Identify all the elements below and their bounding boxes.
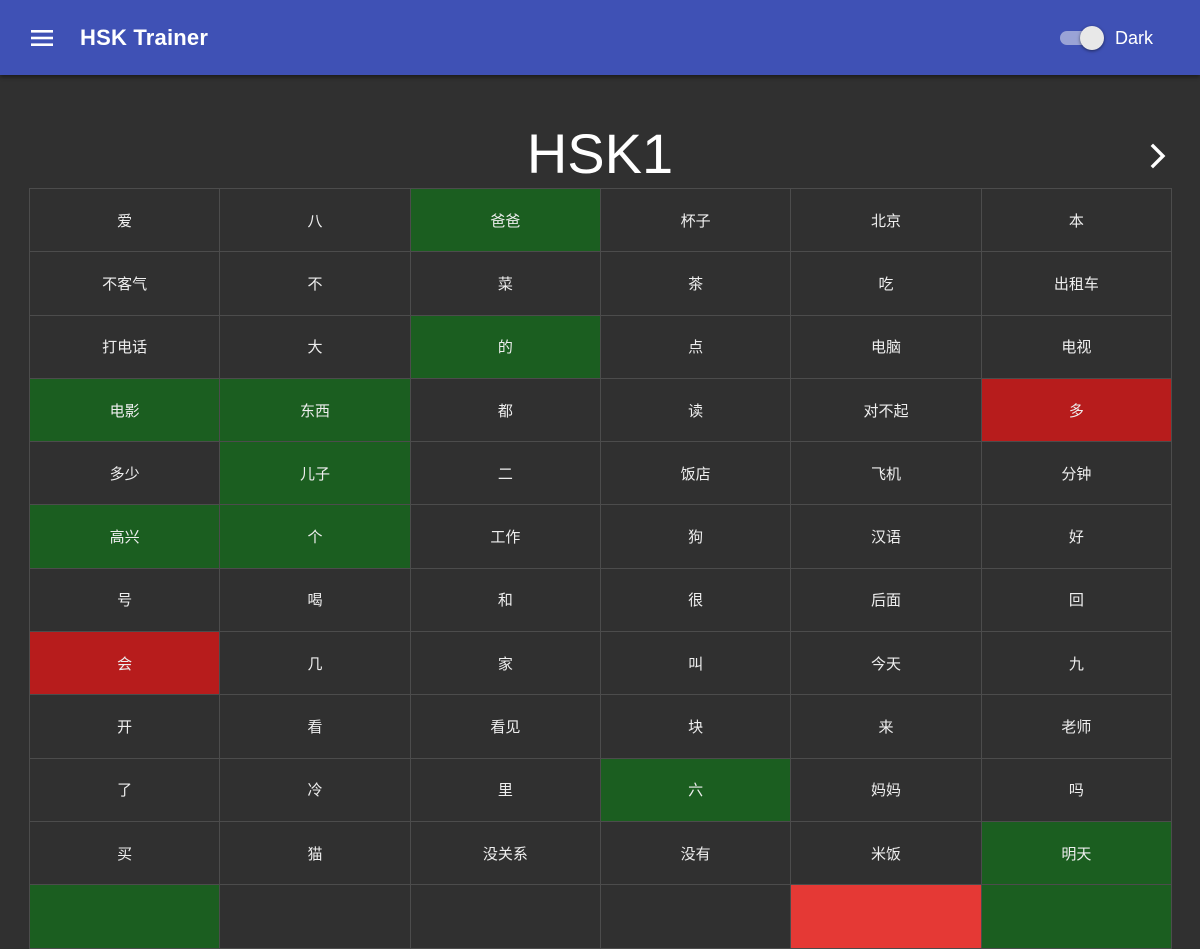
word-cell[interactable]: 和 <box>410 568 601 633</box>
word-cell[interactable]: 电影 <box>30 378 221 443</box>
word-cell[interactable]: 看见 <box>410 695 601 759</box>
word-cell[interactable]: 电视 <box>981 315 1172 379</box>
word-cell[interactable]: 东西 <box>220 378 411 443</box>
word-cell[interactable]: 今天 <box>791 632 982 696</box>
dark-mode-label: Dark <box>1115 28 1154 48</box>
word-grid: 爱八爸爸 杯子 北京本不客气不菜茶吃出租车打电话大的点电脑 电视电影 东西都读对不起多多… <box>29 188 1172 949</box>
word-cell[interactable]: 猫 <box>220 821 411 886</box>
word-cell[interactable]: 菜 <box>410 252 601 316</box>
word-cell[interactable]: 六 <box>600 758 792 822</box>
word-cell[interactable]: 爸爸 <box>410 189 601 253</box>
word-cell[interactable] <box>981 885 1172 949</box>
word-cell[interactable]: 老师 <box>981 695 1172 759</box>
word-cell[interactable]: 不客气 <box>30 252 221 316</box>
word-cell[interactable]: 高兴 <box>30 505 221 569</box>
word-cell[interactable]: 来 <box>791 695 982 759</box>
word-cell[interactable]: 块 <box>600 695 792 759</box>
level-title: HSK1 <box>526 122 674 185</box>
word-cell[interactable]: 买 <box>30 821 221 886</box>
word-cell[interactable]: 工作 <box>410 505 601 569</box>
word-cell[interactable]: 爱 <box>30 189 221 253</box>
word-cell[interactable]: 会 <box>30 632 221 696</box>
word-cell[interactable]: 汉语 <box>791 505 982 569</box>
word-cell[interactable]: 九 <box>981 632 1172 696</box>
word-cell[interactable]: 狗 <box>600 505 792 569</box>
word-cell[interactable]: 冷 <box>220 758 411 822</box>
word-cell[interactable]: 大 <box>220 315 411 379</box>
word-cell[interactable]: 了 <box>30 758 221 822</box>
word-cell[interactable]: 没有 <box>600 821 792 886</box>
app-bar: HSK Trainer Dark <box>0 0 1200 75</box>
word-cell[interactable]: 不 <box>220 252 411 316</box>
word-cell[interactable]: 号 <box>30 568 221 633</box>
word-cell[interactable]: 喝 <box>220 568 411 633</box>
word-cell[interactable]: 家 <box>410 632 601 696</box>
word-cell[interactable]: 出租车 <box>981 252 1172 316</box>
word-cell[interactable]: 妈妈 <box>791 758 982 822</box>
word-cell[interactable]: 二 <box>410 442 601 506</box>
word-cell[interactable]: 米饭 <box>791 821 982 886</box>
word-cell[interactable]: 北京 <box>791 189 982 253</box>
word-cell[interactable]: 看 <box>220 695 411 759</box>
word-cell[interactable]: 没关系 <box>410 821 601 886</box>
word-cell[interactable]: 电脑 <box>791 315 982 379</box>
word-cell[interactable]: 八 <box>220 189 411 253</box>
word-cell[interactable] <box>220 885 411 949</box>
word-cell[interactable]: 饭店 <box>600 442 792 506</box>
word-cell[interactable]: 点 <box>600 315 792 379</box>
next-level-button[interactable] <box>1138 136 1178 176</box>
word-cell[interactable]: 里 <box>410 758 601 822</box>
word-cell[interactable]: 好 <box>981 505 1172 569</box>
word-cell[interactable]: 多 <box>981 378 1172 443</box>
word-cell[interactable]: 茶 <box>600 252 792 316</box>
word-cell[interactable]: 打电话 <box>30 315 221 379</box>
chevron-right-icon <box>1150 143 1166 169</box>
word-cell[interactable]: 回 <box>981 568 1172 633</box>
word-cell[interactable]: 很 <box>600 568 792 633</box>
word-cell[interactable]: 杯子 <box>600 189 792 253</box>
word-cell[interactable]: 后面 <box>791 568 982 633</box>
word-cell[interactable]: 分钟 <box>981 442 1172 506</box>
toggle-thumb <box>1080 26 1104 50</box>
word-cell[interactable] <box>410 885 601 949</box>
word-cell[interactable]: 对不起 <box>791 378 982 443</box>
word-cell[interactable]: 读 <box>600 378 792 443</box>
word-cell[interactable]: 个 <box>220 505 411 569</box>
word-cell[interactable]: 吃 <box>791 252 982 316</box>
word-cell[interactable]: 本 <box>981 189 1172 253</box>
word-cell[interactable]: 叫 <box>600 632 792 696</box>
hamburger-menu-icon <box>31 30 53 46</box>
word-cell[interactable]: 几 <box>220 632 411 696</box>
word-cell[interactable]: 吗 <box>981 758 1172 822</box>
app-title: HSK Trainer <box>80 25 209 50</box>
level-header: HSK1 <box>0 122 1200 186</box>
word-cell[interactable]: 飞机 <box>791 442 982 506</box>
word-cell[interactable]: 开 <box>30 695 221 759</box>
word-cell[interactable]: 的 <box>410 315 601 379</box>
menu-button[interactable] <box>22 18 62 58</box>
word-cell[interactable]: 明天 <box>981 821 1172 886</box>
word-cell[interactable] <box>791 885 982 949</box>
word-cell[interactable]: 都 <box>410 378 601 443</box>
word-cell[interactable] <box>600 885 792 949</box>
dark-mode-toggle[interactable] <box>1060 26 1104 50</box>
word-cell[interactable]: 儿子 <box>220 442 411 506</box>
word-cell[interactable]: 多少 <box>30 442 221 506</box>
word-cell[interactable] <box>30 885 221 949</box>
